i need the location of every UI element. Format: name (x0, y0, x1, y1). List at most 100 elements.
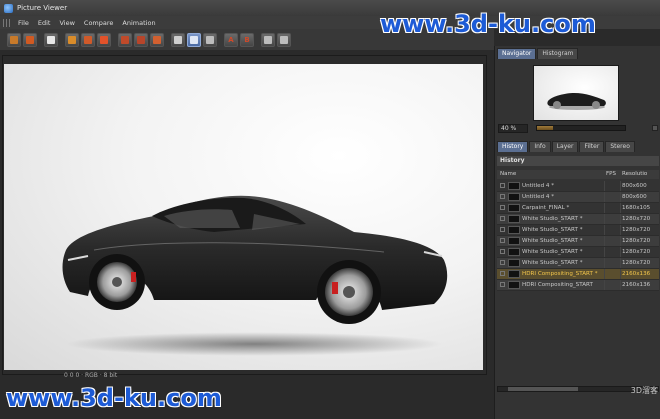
history-row-resolution: 2160x136 (622, 282, 651, 288)
menu-animation[interactable]: Animation (122, 19, 155, 27)
swap-button[interactable] (261, 32, 275, 47)
scrollbar-thumb[interactable] (508, 387, 578, 391)
history-row-name: White Studio_START * (522, 216, 583, 222)
tab-layer[interactable]: Layer (551, 141, 579, 152)
navigator-preview[interactable] (533, 65, 619, 121)
history-row-resolution: 1280x720 (622, 227, 651, 233)
region-render-2-icon (137, 35, 145, 44)
history-thumbnail (508, 237, 520, 245)
zoom-row: 40 % (498, 123, 658, 133)
history-thumbnail (508, 182, 520, 190)
history-row[interactable]: White Studio_START * 1280x720 (497, 225, 659, 236)
history-row-name: White Studio_START * (522, 227, 583, 233)
expand-icon[interactable] (500, 260, 505, 265)
render-settings-icon (68, 35, 76, 44)
tab-navigator[interactable]: Navigator (497, 48, 537, 59)
tab-stereo[interactable]: Stereo (605, 141, 635, 152)
expand-icon[interactable] (500, 282, 505, 287)
region-render-3-icon (153, 35, 161, 44)
history-row[interactable]: White Studio_START * 1280x720 (497, 247, 659, 258)
region-render-3-button[interactable] (150, 32, 164, 47)
history-row-resolution: 1280x720 (622, 216, 651, 222)
menu-compare[interactable]: Compare (84, 19, 114, 27)
save-button[interactable] (23, 32, 37, 47)
save-icon (26, 35, 34, 44)
tab-info[interactable]: Info (529, 141, 551, 152)
history-row-resolution: 2160x136 (622, 271, 651, 277)
menu-grip-icon[interactable] (3, 18, 12, 27)
history-thumbnail (508, 215, 520, 223)
expand-icon[interactable] (500, 183, 505, 188)
render-user-button[interactable] (81, 32, 95, 47)
column-fps[interactable]: FPS (606, 170, 616, 179)
set-a-button[interactable]: A (224, 32, 238, 47)
expand-icon[interactable] (500, 205, 505, 210)
history-row-name: White Studio_START * (522, 249, 583, 255)
expand-icon[interactable] (500, 238, 505, 243)
history-row-name: White Studio_START * (522, 260, 583, 266)
history-thumbnail (508, 281, 520, 289)
open-button[interactable] (7, 32, 21, 47)
history-column-header: Name FPS Resolutio (497, 170, 659, 179)
history-row[interactable]: Untitled 4 * 800x600 (497, 181, 659, 192)
tab-filter[interactable]: Filter (579, 141, 605, 152)
history-row-name: Untitled 4 * (522, 194, 555, 200)
image-viewport[interactable] (4, 64, 483, 370)
history-row[interactable]: White Studio_START * 1280x720 (497, 258, 659, 269)
open-icon (10, 35, 18, 44)
history-row[interactable]: White Studio_START * 1280x720 (497, 236, 659, 247)
navigator-tabs: Navigator Histogram (497, 48, 660, 59)
render-active-button[interactable] (97, 32, 111, 47)
region-render-2-button[interactable] (134, 32, 148, 47)
column-resolution[interactable]: Resolutio (622, 170, 647, 179)
set-b-button[interactable]: B (240, 32, 254, 47)
ab-compare-icon (174, 35, 182, 44)
region-render-button[interactable] (118, 32, 132, 47)
expand-icon[interactable] (500, 249, 505, 254)
history-row[interactable]: HDRI Compositing_START 2160x136 (497, 280, 659, 291)
app-icon (4, 3, 13, 13)
menu-file[interactable]: File (18, 19, 29, 27)
history-tabs: History Info Layer Filter Stereo (497, 141, 636, 152)
split-view-icon (190, 35, 198, 44)
zoom-fit-icon[interactable] (652, 125, 658, 131)
window-title: Picture Viewer (17, 4, 68, 12)
grid-view-icon (206, 35, 214, 44)
car-render (62, 195, 448, 324)
history-row[interactable]: Carpaint_FINAL * 1680x105 (497, 203, 659, 214)
history-thumbnail (508, 248, 520, 256)
align-icon (280, 35, 288, 44)
align-button[interactable] (277, 32, 291, 47)
grid-view-button[interactable] (203, 32, 217, 47)
watermark-top: www.3d-ku.com (380, 10, 596, 38)
set-a-icon: A (228, 35, 234, 44)
history-row-name: HDRI Compositing_START (522, 282, 593, 288)
history-row-name: HDRI Compositing_START * (522, 271, 598, 277)
history-thumbnail (508, 204, 520, 212)
menu-edit[interactable]: Edit (38, 19, 51, 27)
history-row-resolution: 1280x720 (622, 238, 651, 244)
ab-compare-button[interactable] (171, 32, 185, 47)
expand-icon[interactable] (500, 216, 505, 221)
history-row[interactable]: White Studio_START * 1280x720 (497, 214, 659, 225)
history-section-title: History (497, 156, 659, 166)
history-row[interactable]: Untitled 4 * 800x600 (497, 192, 659, 203)
history-row-resolution: 1280x720 (622, 260, 651, 266)
expand-icon[interactable] (500, 271, 505, 276)
history-row[interactable]: HDRI Compositing_START * 2160x136 (497, 269, 659, 280)
film-button[interactable] (44, 32, 58, 47)
split-view-button[interactable] (187, 32, 201, 47)
column-name[interactable]: Name (500, 170, 516, 179)
history-row-name: White Studio_START * (522, 238, 583, 244)
zoom-slider[interactable] (536, 125, 626, 131)
zoom-input[interactable]: 40 % (498, 123, 528, 133)
menu-view[interactable]: View (59, 19, 74, 27)
history-thumbnail (508, 226, 520, 234)
tab-history[interactable]: History (497, 141, 529, 152)
render-settings-button[interactable] (65, 32, 79, 47)
render-user-icon (84, 35, 92, 44)
expand-icon[interactable] (500, 227, 505, 232)
tab-histogram[interactable]: Histogram (537, 48, 579, 59)
expand-icon[interactable] (500, 194, 505, 199)
history-row-resolution: 800x600 (622, 194, 647, 200)
